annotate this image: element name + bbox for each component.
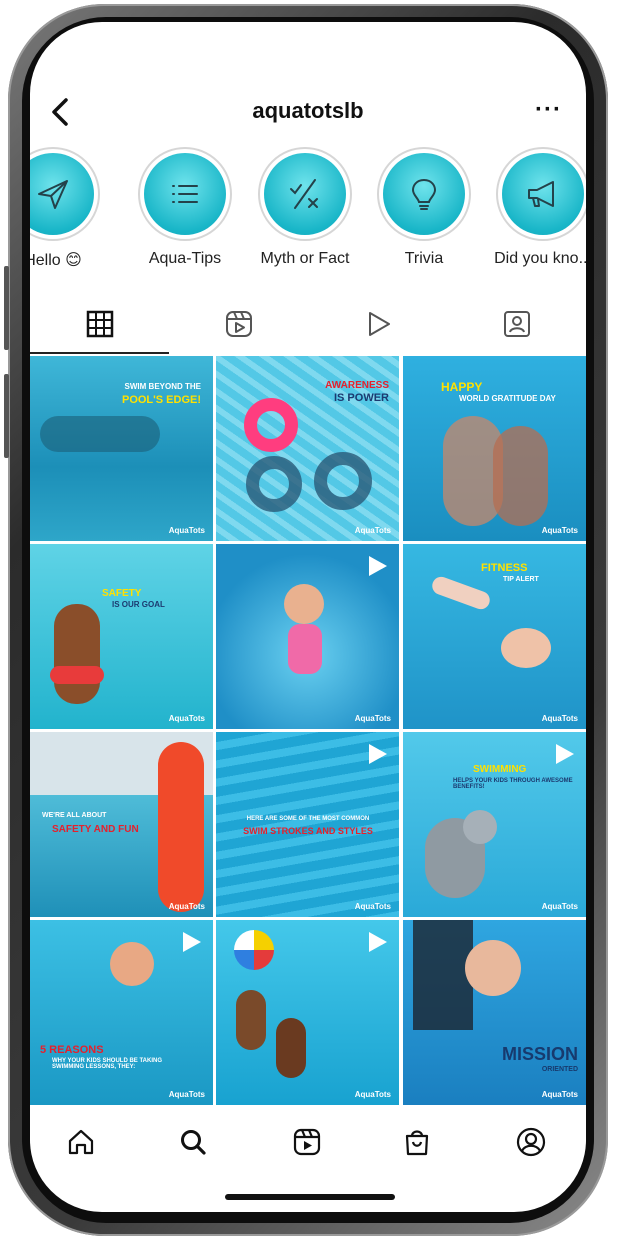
post-tile[interactable]: HAPPY WORLD GRATITUDE DAY AquaTots	[403, 356, 586, 541]
highlight-label: Hello 😊	[30, 252, 82, 269]
video-indicator-icon	[369, 556, 387, 576]
tagged-person-icon	[503, 311, 530, 337]
post-caption-highlight: POOL'S EDGE!	[121, 394, 201, 406]
post-caption-highlight: HAPPY	[441, 380, 483, 394]
watermark: AquaTots	[541, 526, 578, 535]
post-caption-highlight: SAFETY	[102, 588, 142, 599]
nav-shop[interactable]	[392, 1120, 442, 1164]
home-icon	[68, 1129, 94, 1155]
post-caption: WHY YOUR KIDS SHOULD BE TAKING SWIMMING …	[52, 1058, 163, 1070]
post-tile[interactable]: HERE ARE SOME OF THE MOST COMMON SWIM ST…	[216, 732, 399, 917]
post-tile[interactable]: AquaTots	[216, 544, 399, 729]
volume-up-button	[4, 266, 9, 350]
story-highlights: Hello 😊 Aqua-Tips	[30, 147, 586, 277]
profile-username: aquatotslb	[252, 98, 364, 123]
post-caption-highlight: FITNESS	[481, 562, 528, 574]
post-caption: HERE ARE SOME OF THE MOST COMMON	[246, 816, 370, 822]
video-indicator-icon	[369, 744, 387, 764]
watermark: AquaTots	[168, 902, 205, 911]
video-indicator-icon	[556, 744, 574, 764]
highlight-label: Trivia	[404, 250, 444, 267]
post-caption-highlight: SWIMMING	[473, 764, 527, 775]
post-tile[interactable]: SWIM BEYOND THE POOL'S EDGE! AquaTots	[30, 356, 213, 541]
nav-profile[interactable]	[506, 1120, 556, 1164]
watermark: AquaTots	[168, 1090, 205, 1099]
grid-icon	[86, 310, 113, 338]
post-tile[interactable]: SAFETY IS OUR GOAL AquaTots	[30, 544, 213, 729]
watermark: AquaTots	[354, 902, 391, 911]
post-caption-highlight: AWARENESS	[325, 380, 389, 391]
watermark: AquaTots	[354, 1090, 391, 1099]
tab-reels[interactable]	[169, 294, 308, 354]
post-caption: WE'RE ALL ABOUT	[42, 812, 107, 819]
reels-icon	[293, 1128, 321, 1156]
watermark: AquaTots	[168, 526, 205, 535]
post-tile[interactable]: MISSION ORIENTED AquaTots	[403, 920, 586, 1105]
volume-down-button	[4, 374, 9, 458]
megaphone-icon	[528, 181, 554, 207]
post-tile[interactable]: AquaTots	[216, 920, 399, 1105]
post-tile[interactable]: 5 REASONS WHY YOUR KIDS SHOULD BE TAKING…	[30, 920, 213, 1105]
highlight-trivia[interactable]: Trivia	[369, 147, 479, 268]
paper-plane-icon	[38, 180, 68, 209]
post-caption: ORIENTED	[541, 1066, 578, 1073]
post-tile[interactable]: SWIMMING HELPS YOUR KIDS THROUGH AWESOME…	[403, 732, 586, 917]
lightbulb-icon	[411, 178, 437, 210]
watermark: AquaTots	[168, 714, 205, 723]
tab-videos[interactable]	[308, 294, 447, 354]
highlight-aqua-tips[interactable]: Aqua-Tips	[130, 147, 240, 268]
active-tab-indicator	[30, 352, 169, 354]
highlight-myth-or-fact[interactable]: Myth or Fact	[250, 147, 360, 268]
check-x-icon	[290, 179, 318, 209]
tab-tagged[interactable]	[447, 294, 586, 354]
play-icon	[368, 312, 390, 336]
posts-grid: SWIM BEYOND THE POOL'S EDGE! AquaTots AW…	[30, 356, 586, 1106]
shopping-bag-icon	[405, 1130, 429, 1156]
watermark: AquaTots	[354, 714, 391, 723]
post-caption-highlight: SAFETY AND FUN	[52, 824, 139, 835]
list-icon	[172, 185, 198, 203]
post-caption-highlight: MISSION	[501, 1044, 578, 1064]
post-caption: IS OUR GOAL	[112, 600, 165, 609]
more-options-button[interactable]: ···	[535, 96, 562, 124]
post-caption: IS POWER	[333, 392, 389, 404]
post-caption-highlight: SWIM STROKES AND STYLES	[243, 826, 373, 836]
watermark: AquaTots	[541, 714, 578, 723]
profile-icon	[516, 1127, 546, 1157]
profile-header: aquatotslb ···	[30, 92, 586, 132]
nav-home[interactable]	[56, 1120, 106, 1164]
highlight-hello[interactable]: Hello 😊	[30, 147, 108, 270]
home-indicator[interactable]	[225, 1194, 395, 1200]
video-indicator-icon	[183, 932, 201, 952]
post-caption: WORLD GRATITUDE DAY	[459, 394, 556, 403]
post-caption: SWIM BEYOND THE	[124, 382, 201, 391]
highlight-label: Myth or Fact	[260, 250, 350, 267]
screen: aquatotslb ··· Hello 😊	[30, 22, 586, 1212]
search-icon	[181, 1130, 206, 1155]
highlight-did-you-know[interactable]: Did you kno...	[488, 147, 586, 268]
watermark: AquaTots	[541, 902, 578, 911]
post-tile[interactable]: AWARENESS IS POWER AquaTots	[216, 356, 399, 541]
reels-icon	[225, 311, 252, 337]
post-tile[interactable]: WE'RE ALL ABOUT SAFETY AND FUN AquaTots	[30, 732, 213, 917]
video-indicator-icon	[369, 932, 387, 952]
watermark: AquaTots	[541, 1090, 578, 1099]
bottom-navigation	[30, 1114, 586, 1174]
nav-search[interactable]	[168, 1120, 218, 1164]
watermark: AquaTots	[354, 526, 391, 535]
tab-grid[interactable]	[30, 294, 169, 354]
profile-tabs	[30, 294, 586, 356]
post-caption-highlight: 5 REASONS	[40, 1044, 104, 1056]
highlight-label: Aqua-Tips	[148, 250, 222, 267]
post-caption: TIP ALERT	[503, 576, 539, 583]
post-tile[interactable]: FITNESS TIP ALERT AquaTots	[403, 544, 586, 729]
post-caption: HELPS YOUR KIDS THROUGH AWESOME BENEFITS…	[453, 778, 573, 790]
nav-reels[interactable]	[282, 1120, 332, 1164]
highlight-label: Did you kno...	[494, 250, 586, 267]
